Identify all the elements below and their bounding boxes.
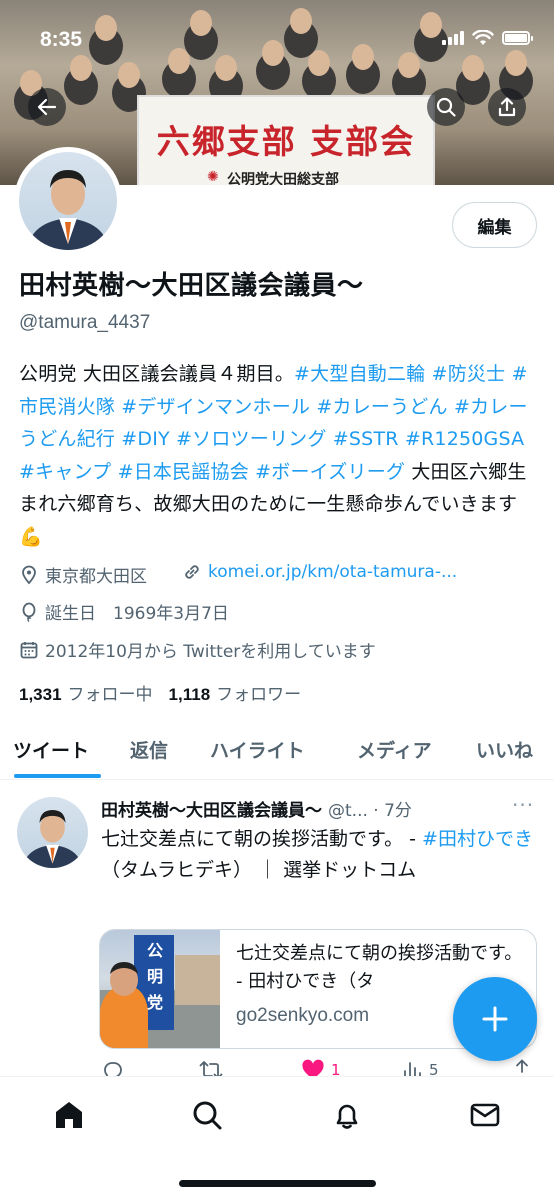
profile-avatar[interactable] <box>14 147 122 255</box>
calendar-icon <box>20 641 38 658</box>
profile-name: 田村英樹〜大田区議会議員〜 <box>19 271 364 301</box>
mail-icon[interactable] <box>469 1099 501 1131</box>
plus-icon <box>482 1006 508 1032</box>
back-button[interactable] <box>28 88 66 126</box>
following-count[interactable]: 1,331 <box>19 685 62 705</box>
bell-icon[interactable] <box>331 1099 363 1131</box>
tab-highlights[interactable]: ハイライト <box>210 736 305 763</box>
tab-replies[interactable]: 返信 <box>130 736 168 763</box>
views-count: 5 <box>429 1061 439 1077</box>
views-icon <box>404 1062 421 1077</box>
share-button[interactable] <box>488 88 526 126</box>
profile-birthday: 誕生日 1969年3月7日 <box>19 599 229 624</box>
share-icon <box>498 97 516 117</box>
search-icon[interactable] <box>191 1099 223 1131</box>
more-options-icon[interactable]: ··· <box>512 793 534 817</box>
retweet-icon <box>199 1061 223 1077</box>
status-icons <box>442 30 533 46</box>
views-button[interactable]: 5 <box>401 1059 439 1077</box>
joined-text: 2012年10月から Twitterを利用しています <box>45 642 376 662</box>
website-link[interactable]: komei.or.jp/km/ota-tamura-... <box>208 562 457 582</box>
wifi-icon <box>472 30 494 45</box>
tweet-share-button[interactable] <box>512 1059 532 1077</box>
card-flag-text: 公明党 <box>146 941 163 1012</box>
profile-handle: @tamura_4437 <box>19 312 151 333</box>
followers-label[interactable]: フォロワー <box>216 680 301 705</box>
status-bar: 8:35 <box>0 0 554 80</box>
profile-joined: 2012年10月から Twitterを利用しています <box>19 637 376 662</box>
tweet-hashtag[interactable]: #田村ひでき <box>422 828 533 850</box>
tab-tweets[interactable]: ツイート <box>13 736 89 763</box>
signal-icon <box>442 31 464 45</box>
search-button[interactable] <box>427 88 465 126</box>
share-icon <box>516 1059 528 1073</box>
home-indicator <box>179 1180 376 1187</box>
balloon-icon <box>22 602 36 622</box>
link-icon <box>185 565 199 579</box>
sun-emblem-icon: ✺ <box>207 169 219 185</box>
location-text: 東京都大田区 <box>45 567 147 587</box>
banner-sign-title: 六郷支部 支部会 <box>156 122 416 161</box>
tweet-text-plain: 七辻交差点にて朝の挨拶活動です。 - <box>101 828 423 850</box>
tweet-avatar[interactable] <box>17 797 88 868</box>
card-image: 公明党 <box>100 930 220 1048</box>
birthday-text: 誕生日 1969年3月7日 <box>45 604 229 624</box>
banner-sign-subtitle: 公明党大田総支部 <box>227 172 339 185</box>
like-button[interactable]: 1 <box>301 1059 341 1077</box>
tweet-text: 七辻交差点にて朝の挨拶活動です。 - #田村ひでき（タムラヒデキ） ｜ 選挙ドッ… <box>101 824 541 886</box>
following-label[interactable]: フォロー中 <box>68 680 153 705</box>
like-count: 1 <box>331 1061 341 1077</box>
profile-tabs: ツイート 返信 ハイライト メディア いいね <box>0 720 554 780</box>
status-time: 8:35 <box>40 28 83 51</box>
heart-icon <box>302 1059 324 1077</box>
home-icon[interactable] <box>53 1099 85 1131</box>
profile-bio: 公明党 大田区議会議員４期目。#大型自動二輪 #防災士 #市民消火隊 #デザイン… <box>19 358 539 553</box>
banner-sign: 六郷支部 支部会 ✺ 公明党大田総支部 <box>137 95 435 185</box>
profile-website[interactable]: komei.or.jp/km/ota-tamura-... <box>182 562 457 582</box>
profile-location: 東京都大田区 <box>19 562 147 587</box>
arrow-left-icon <box>37 98 57 116</box>
tweet-actions: 1 5 <box>0 1055 554 1077</box>
tweet-meta: @t... · 7分 <box>328 801 412 821</box>
tweet-text-rest: （タムラヒデキ） ｜ 選挙ドットコム <box>101 859 417 881</box>
tab-likes[interactable]: いいね <box>476 736 533 763</box>
reply-button[interactable] <box>101 1059 123 1077</box>
active-tab-indicator <box>14 774 101 778</box>
tab-media[interactable]: メディア <box>357 736 432 763</box>
reply-icon <box>104 1062 122 1077</box>
followers-count[interactable]: 1,118 <box>169 685 211 705</box>
edit-profile-button[interactable]: 編集 <box>452 202 537 248</box>
bio-text: 公明党 大田区議会議員４期目。 <box>19 363 295 385</box>
follow-counts: 1,331 フォロー中 1,118 フォロワー <box>19 680 301 705</box>
location-pin-icon <box>22 565 36 584</box>
card-domain: go2senkyo.com <box>236 1005 370 1026</box>
retweet-button[interactable] <box>199 1059 223 1077</box>
tweet-header: 田村英樹〜大田区議会議員〜 @t... · 7分 <box>101 796 412 821</box>
tweet-author[interactable]: 田村英樹〜大田区議会議員〜 <box>101 796 322 821</box>
battery-icon <box>502 31 533 45</box>
search-icon <box>436 97 456 117</box>
avatar-photo <box>19 152 117 250</box>
compose-tweet-button[interactable] <box>453 977 537 1061</box>
